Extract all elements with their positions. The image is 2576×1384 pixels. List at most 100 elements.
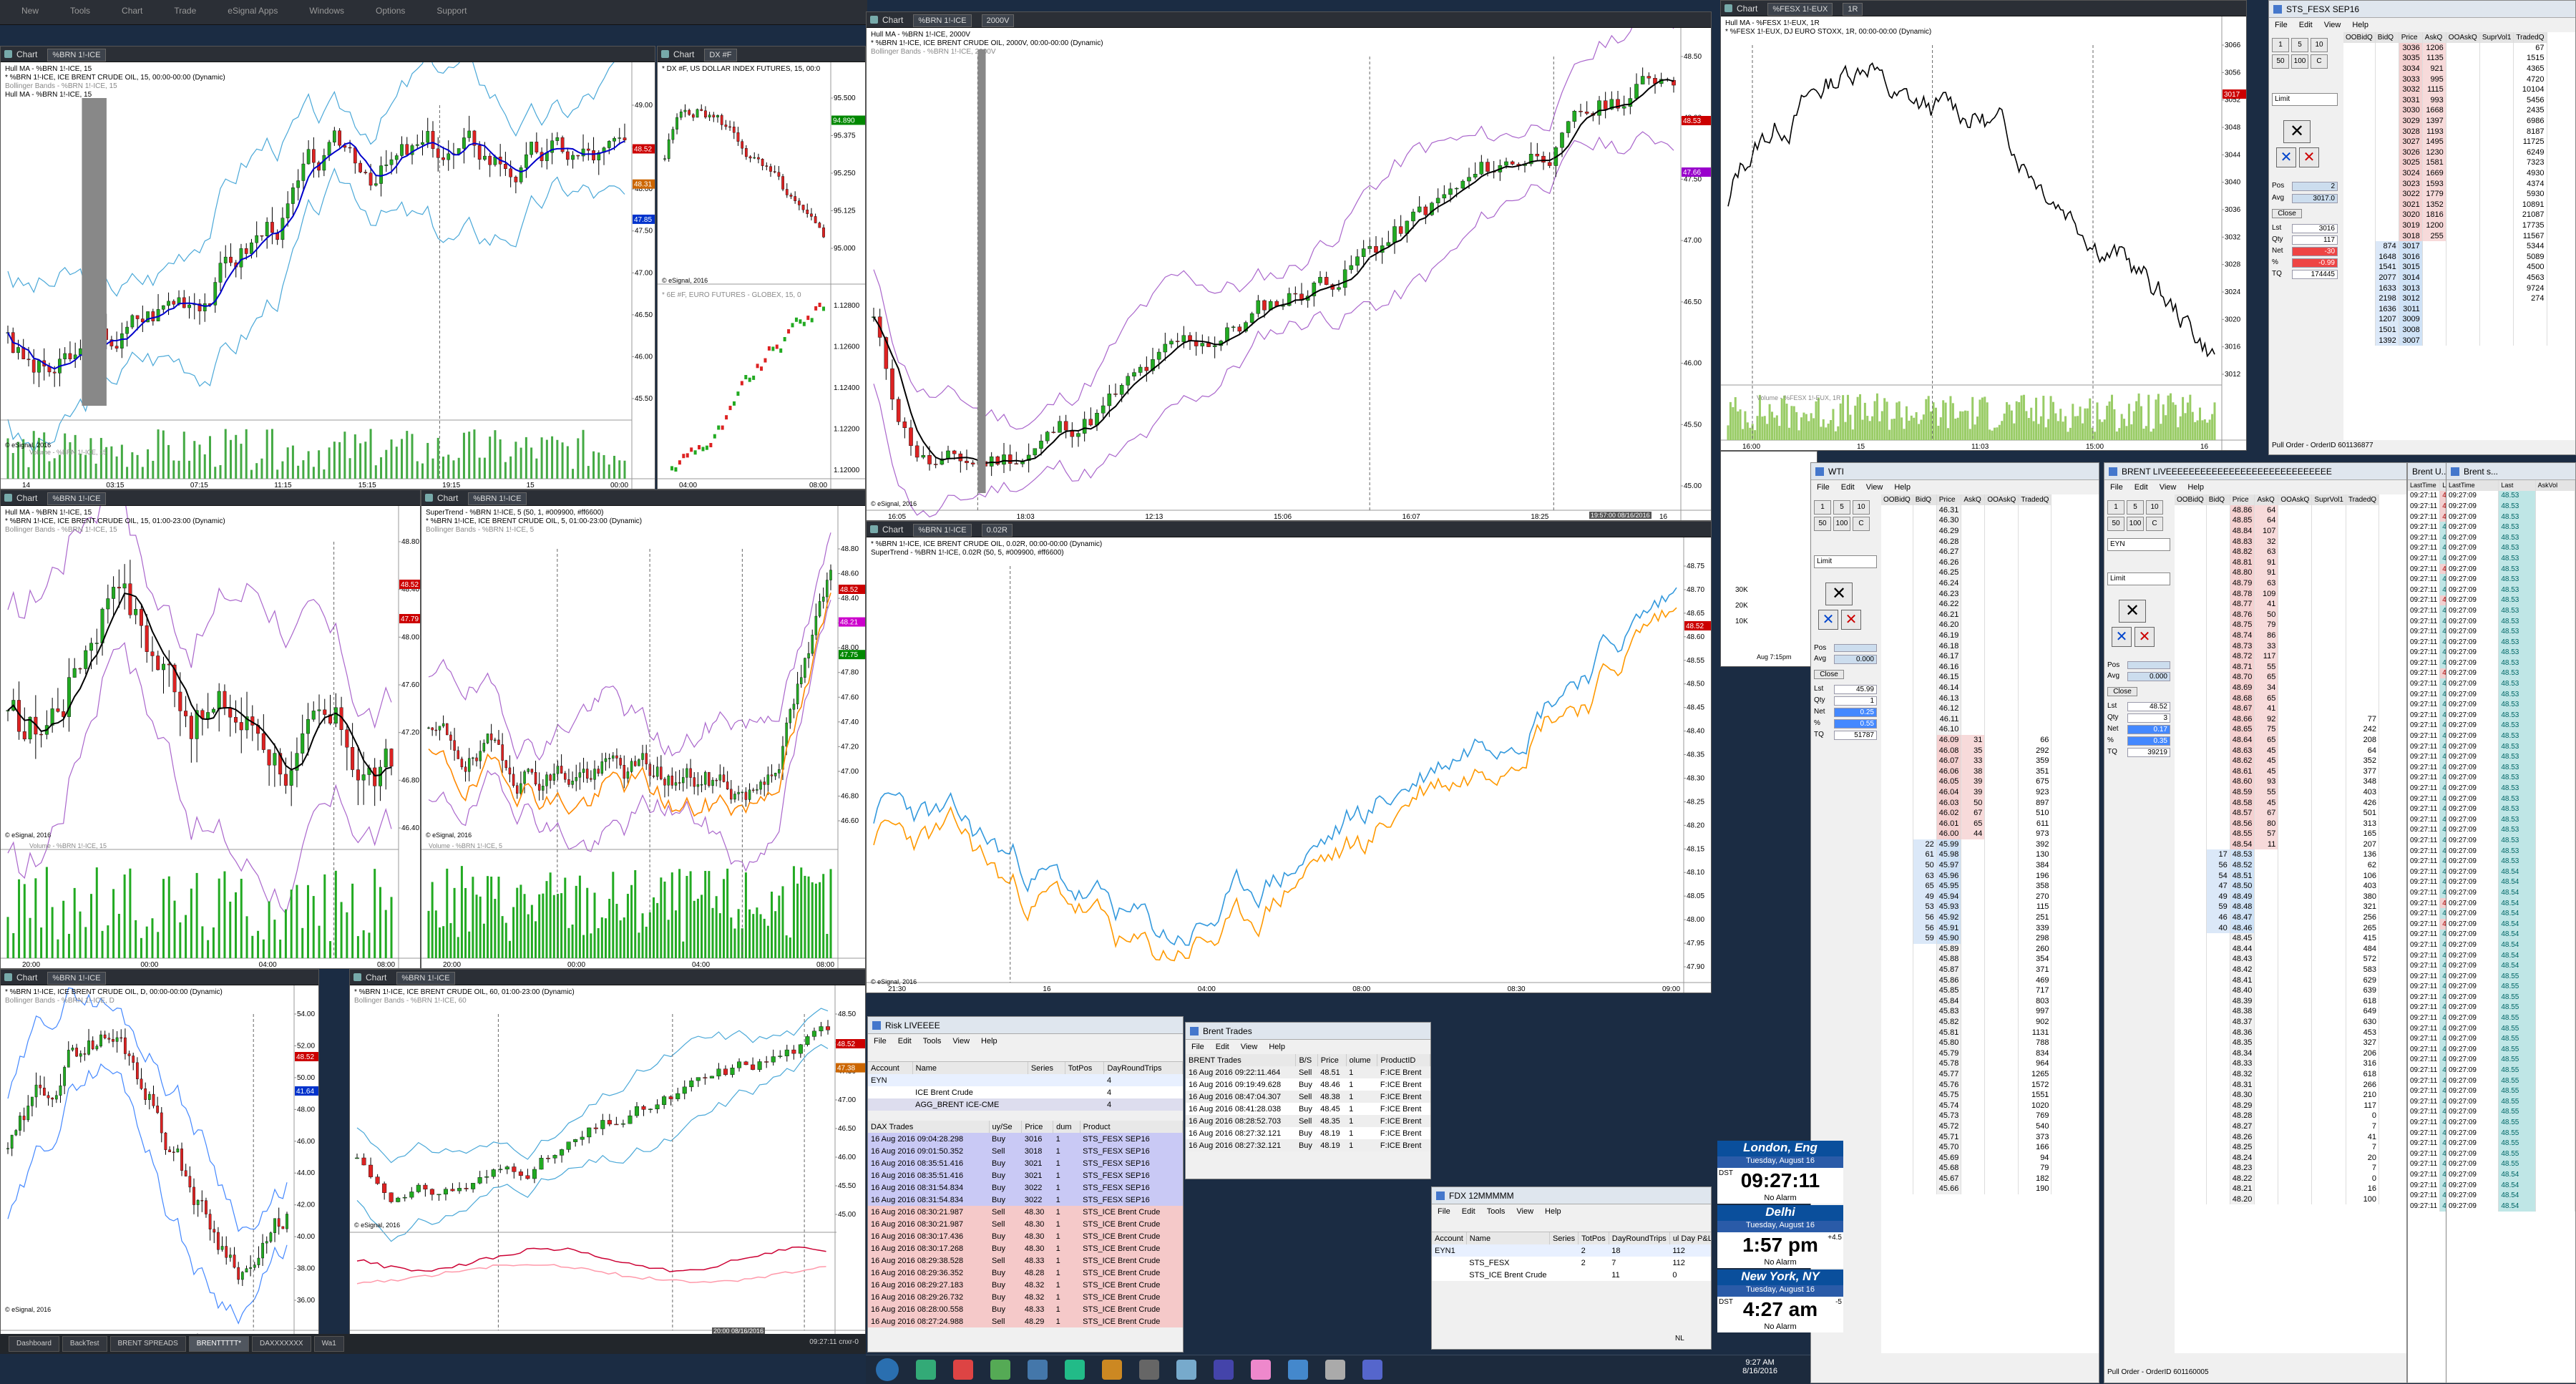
chart-plot[interactable]: 48.8048.6048.4048.2048.0047.8047.6047.40…: [421, 506, 865, 968]
ladder-row[interactable]: 46.21: [1881, 609, 2052, 620]
ladder-row[interactable]: 3036 1206 67: [2343, 42, 2547, 54]
ladder-row[interactable]: 2198 3012 274: [2343, 293, 2547, 304]
table-row[interactable]: 16 Aug 2016 08:28:52.703 Sell 48.35 1 F:ICE …: [1186, 1115, 1430, 1127]
symbol-input[interactable]: %BRN 1!-ICE: [47, 972, 106, 985]
ladder-row[interactable]: 53 45.93 115: [1881, 902, 2052, 912]
table-row[interactable]: 16 Aug 2016 08:35:51.416 Buy 3021 1 STS_FESX…: [868, 1169, 1183, 1181]
chart-window-fesx[interactable]: Chart %FESX 1!-EUX 1R 3066 3056 3052 3048 3044…: [1720, 0, 2247, 451]
ladder-row[interactable]: 48.27 7: [2175, 1121, 2380, 1132]
qty-button[interactable]: 100: [1833, 517, 1850, 531]
qty-button[interactable]: 50: [2107, 517, 2124, 531]
ladder-cell[interactable]: 48.39: [2230, 995, 2255, 1007]
ladder-cell[interactable]: 48.47: [2230, 912, 2255, 923]
ladder-row[interactable]: 48.66 92 77: [2175, 713, 2380, 725]
interval-input[interactable]: 1R: [1843, 3, 1863, 16]
ladder-cell[interactable]: 3033: [2399, 74, 2423, 84]
ladder-cell[interactable]: 3014: [2399, 272, 2423, 283]
ladder-cell[interactable]: 3028: [2399, 126, 2423, 137]
ladder-cell[interactable]: 46.29: [1936, 525, 1962, 537]
ladder-cell[interactable]: 48.85: [2230, 515, 2255, 526]
chart-titlebar[interactable]: Chart %FESX 1!-EUX 1R: [1721, 1, 2246, 16]
ladder-row[interactable]: 59 45.90 298: [1881, 932, 2052, 944]
ladder-row[interactable]: 48.54 11 207: [2175, 839, 2380, 850]
chart-plot[interactable]: 3066 3056 3052 3048 3044 3040 3036 3032 3028 3024…: [1721, 16, 2246, 450]
ladder-row[interactable]: 48.65 75 242: [2175, 724, 2380, 735]
menu-edit[interactable]: Edit: [1841, 483, 1855, 492]
menu-tools[interactable]: Tools: [923, 1037, 942, 1046]
ladder-row[interactable]: 48.82 63: [2175, 546, 2380, 557]
order-type-select[interactable]: Limit: [1814, 555, 1877, 568]
ladder-cell[interactable]: 48.84: [2230, 525, 2255, 537]
qty-button[interactable]: 10: [1853, 500, 1870, 515]
ladder-cell[interactable]: 45.67: [1936, 1173, 1962, 1184]
ladder-row[interactable]: 48.78 109: [2175, 588, 2380, 599]
menu-help[interactable]: Help: [2187, 483, 2204, 492]
ladder-row[interactable]: 45.73 769: [1881, 1111, 2052, 1121]
ladder-cell[interactable]: 48.55: [2230, 829, 2255, 839]
ladder-cell[interactable]: 3017: [2399, 240, 2423, 252]
ladder-cell[interactable]: 46.20: [1936, 620, 1962, 630]
cancel-all-button[interactable]: ✕: [1825, 583, 1853, 605]
ladder-cell[interactable]: 45.87: [1936, 964, 1962, 975]
ladder-cell[interactable]: 45.75: [1936, 1089, 1962, 1101]
ladder-cell[interactable]: 48.64: [2230, 734, 2255, 746]
ladder-row[interactable]: 49 48.49 380: [2175, 891, 2380, 902]
price-ladder[interactable]: OOBidQ BidQ Price AskQ OOAskQ SuprVol1 TradedQ…: [2343, 32, 2547, 346]
cancel-all-button[interactable]: ✕: [2119, 600, 2146, 623]
ladder-row[interactable]: 3019 1200 17735: [2343, 220, 2547, 231]
ladder-row[interactable]: 45.70 166: [1881, 1141, 2052, 1153]
ladder-cell[interactable]: 48.44: [2230, 943, 2255, 955]
ladder-row[interactable]: 45.72 540: [1881, 1121, 2052, 1132]
ladder-row[interactable]: 48.58 45 426: [2175, 797, 2380, 808]
ladder-row[interactable]: 48.59 55 403: [2175, 786, 2380, 798]
ladder-cell[interactable]: 46.14: [1936, 682, 1962, 693]
ladder-cell[interactable]: 48.36: [2230, 1027, 2255, 1038]
ladder-cell[interactable]: 45.66: [1936, 1184, 1962, 1194]
ladder-cell[interactable]: 3007: [2399, 335, 2423, 346]
table-row[interactable]: 16 Aug 2016 08:30:21.987 Sell 48.30 1 STS_IC…: [868, 1206, 1183, 1218]
ladder-cell[interactable]: 45.99: [1936, 839, 1962, 850]
ladder-cell[interactable]: 46.00: [1936, 829, 1962, 839]
workspace-tab[interactable]: BRENTTTTT*: [188, 1336, 250, 1352]
ladder-row[interactable]: 46.22: [1881, 598, 2052, 610]
ladder-row[interactable]: 46.07 33 359: [1881, 755, 2052, 766]
ladder-cell[interactable]: 3025: [2399, 157, 2423, 168]
ladder-cell[interactable]: 45.91: [1936, 922, 1962, 933]
ladder-cell[interactable]: 48.79: [2230, 578, 2255, 589]
price-ladder[interactable]: OOBidQ BidQ Price AskQ OOAskQ SuprVol1 TradedQ…: [2175, 494, 2380, 1205]
ladder-cell[interactable]: 46.19: [1936, 630, 1962, 641]
menu-view[interactable]: View: [2160, 483, 2177, 492]
cancel-all-button[interactable]: ✕: [2283, 120, 2311, 143]
ladder-row[interactable]: 40 48.46 265: [2175, 922, 2380, 933]
ladder-cell[interactable]: 45.69: [1936, 1152, 1962, 1163]
ladder-cell[interactable]: 48.86: [2230, 505, 2255, 516]
chart-plot[interactable]: 95.500 95.375 95.250 95.125 95.000 04:00 08:00…: [658, 62, 865, 489]
ladder-cell[interactable]: 48.23: [2230, 1163, 2255, 1174]
ladder-cell[interactable]: 45.78: [1936, 1058, 1962, 1069]
ladder-row[interactable]: 46.25: [1881, 567, 2052, 578]
menu-view[interactable]: View: [1866, 483, 1883, 492]
ladder-cell[interactable]: 46.04: [1936, 786, 1962, 798]
ladder-row[interactable]: 46.04 39 923: [1881, 786, 2052, 798]
ladder-row[interactable]: 46.19: [1881, 630, 2052, 641]
menu-view[interactable]: View: [2324, 21, 2341, 29]
menu-file[interactable]: File: [1817, 483, 1830, 492]
ladder-row[interactable]: 45.76 1572: [1881, 1079, 2052, 1090]
ladder-row[interactable]: 48.70 65: [2175, 672, 2380, 683]
ladder-row[interactable]: 3035 1135 1515: [2343, 53, 2547, 64]
ladder-cell[interactable]: 48.52: [2230, 859, 2255, 871]
ladder-row[interactable]: 46.23: [1881, 588, 2052, 599]
table-row[interactable]: 16 Aug 2016 09:19:49.628 Buy 48.46 1 F:ICE B…: [1186, 1078, 1430, 1091]
ladder-row[interactable]: 46.26: [1881, 557, 2052, 568]
workspace-tab[interactable]: BackTest: [62, 1336, 107, 1352]
ladder-cell[interactable]: 45.94: [1936, 891, 1962, 902]
window-titlebar[interactable]: Risk LIVEEEE: [868, 1017, 1183, 1034]
ladder-row[interactable]: 45.82 902: [1881, 1016, 2052, 1028]
ladder-cell[interactable]: 48.21: [2230, 1184, 2255, 1194]
ladder-row[interactable]: 48.32 618: [2175, 1068, 2380, 1080]
ladder-row[interactable]: 46.24: [1881, 578, 2052, 589]
ladder-row[interactable]: 46.15: [1881, 672, 2052, 683]
ladder-row[interactable]: 48.23 7: [2175, 1163, 2380, 1174]
table-row[interactable]: 16 Aug 2016 08:41:28.038 Buy 48.45 1 F:ICE B…: [1186, 1103, 1430, 1115]
menu-edit[interactable]: Edit: [1462, 1207, 1475, 1216]
